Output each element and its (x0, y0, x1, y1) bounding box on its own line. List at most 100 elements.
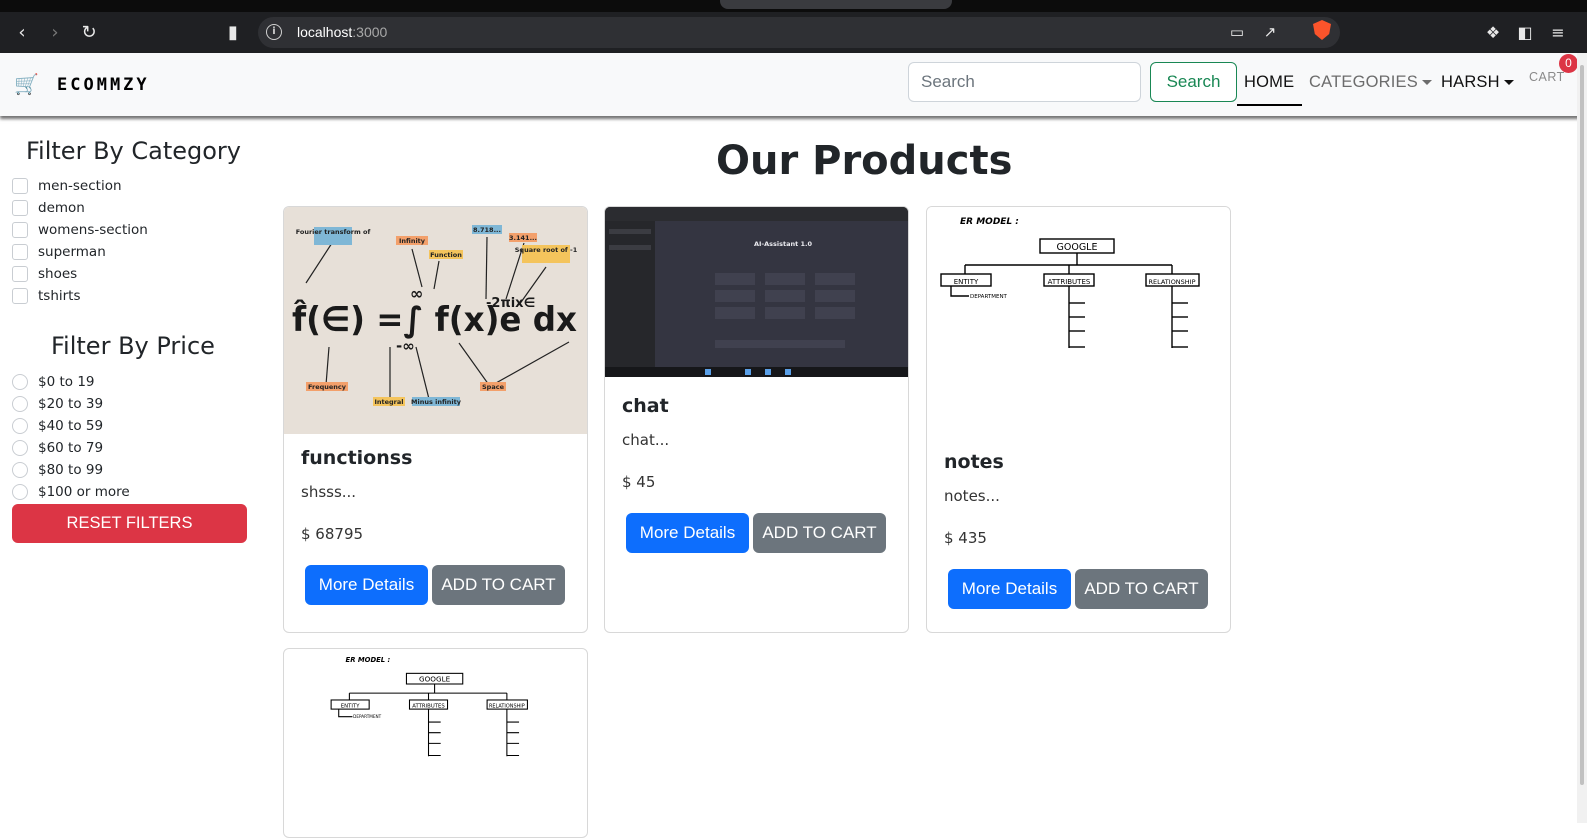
category-checkbox[interactable] (12, 200, 28, 216)
category-filter-item[interactable]: womens-section (12, 221, 148, 239)
price-filter-item[interactable]: $0 to 19 (12, 373, 95, 391)
share-icon[interactable]: ↗ (1257, 19, 1283, 45)
product-description: chat... (622, 431, 670, 449)
more-details-button[interactable]: More Details (948, 569, 1071, 609)
category-checkbox[interactable] (12, 244, 28, 260)
category-filter-title: Filter By Category (26, 137, 241, 165)
price-radio[interactable] (12, 396, 28, 412)
search-button[interactable]: Search (1150, 62, 1237, 102)
sidebar-toggle-icon[interactable]: ◧ (1512, 20, 1538, 46)
active-tab[interactable] (720, 0, 952, 9)
nav-user-dropdown[interactable]: HARSH (1441, 73, 1514, 92)
category-filter-item[interactable]: demon (12, 199, 85, 217)
er-title: ER MODEL : (346, 656, 391, 664)
formula-lower-limit: -∞ (396, 337, 415, 355)
address-bar[interactable]: i localhost:3000 ▭ ↗ (258, 17, 1340, 48)
page-title: Our Products (716, 138, 1013, 184)
cart-logo-icon[interactable]: 🛒 (14, 73, 40, 95)
nav-categories-dropdown[interactable]: CATEGORIES (1309, 73, 1432, 92)
nav-home[interactable]: HOME (1244, 73, 1294, 92)
product-title: chat (622, 395, 669, 417)
price-filter-item[interactable]: $40 to 59 (12, 417, 103, 435)
category-checkbox[interactable] (12, 178, 28, 194)
reset-filters-button[interactable]: RESET FILTERS (12, 504, 247, 543)
er-relationship: RELATIONSHIP (1148, 278, 1195, 286)
product-image-chat-screenshot: AI-Assistant 1.0 (605, 207, 908, 377)
navbar: 🛒 ECOMMZY Search HOME CATEGORIES HARSH C… (0, 53, 1587, 116)
price-filter-item[interactable]: $60 to 79 (12, 439, 103, 457)
category-checkbox[interactable] (12, 266, 28, 282)
url-text: localhost:3000 (297, 24, 388, 40)
category-label: demon (38, 200, 85, 216)
category-checkbox[interactable] (12, 288, 28, 304)
product-price: $ 45 (622, 473, 656, 491)
formula-label: Integral (374, 398, 403, 406)
price-filter-title: Filter By Price (51, 332, 215, 360)
category-filter-item[interactable]: shoes (12, 265, 77, 283)
more-details-button[interactable]: More Details (305, 565, 428, 605)
product-image-formula: Fourier transform of Infinity Function 8… (284, 207, 587, 434)
menu-icon[interactable]: ≡ (1545, 20, 1571, 46)
add-to-cart-button[interactable]: ADD TO CART (432, 565, 565, 605)
er-department: DEPARTMENT (970, 294, 1008, 300)
nav-cart[interactable]: CART (1529, 70, 1565, 84)
page-scrollbar[interactable] (1577, 53, 1587, 823)
category-label: womens-section (38, 222, 148, 238)
cart-count-badge: 0 (1559, 54, 1578, 73)
chevron-down-icon (1421, 80, 1432, 86)
price-label: $60 to 79 (38, 440, 104, 456)
er-attributes: ATTRIBUTES (412, 704, 445, 710)
product-card: AI-Assistant 1.0 chat chat... $ 45 More … (604, 206, 909, 633)
category-filter-item[interactable]: tshirts (12, 287, 81, 305)
er-relationship: RELATIONSHIP (489, 704, 525, 710)
bookmark-icon[interactable]: ▮ (220, 20, 246, 46)
er-entity: ENTITY (341, 704, 360, 710)
product-price: $ 68795 (301, 525, 364, 543)
price-radio[interactable] (12, 440, 28, 456)
formula-label: Space (482, 383, 505, 391)
category-filter-item[interactable]: men-section (12, 177, 122, 195)
product-description: shsss... (301, 483, 357, 501)
brand-name[interactable]: ECOMMZY (57, 75, 150, 95)
price-filter-item[interactable]: $20 to 39 (12, 395, 103, 413)
back-icon[interactable]: ‹ (9, 20, 35, 46)
category-label: superman (38, 244, 106, 260)
product-card: ER MODEL : GOOGLE ENTITY ATTRIBUTES RELA… (926, 206, 1231, 633)
scrollbar-thumb[interactable] (1580, 65, 1584, 785)
formula-exponent: -2πix∈ (486, 296, 535, 311)
price-radio[interactable] (12, 374, 28, 390)
formula-label: Square root of -1 (515, 246, 578, 254)
price-label: $80 to 99 (38, 462, 104, 478)
er-root: GOOGLE (419, 675, 451, 684)
er-root: GOOGLE (1057, 242, 1098, 253)
nav-categories-label: CATEGORIES (1309, 73, 1418, 91)
search-input[interactable] (908, 62, 1141, 102)
add-to-cart-button[interactable]: ADD TO CART (753, 513, 886, 553)
forward-icon[interactable]: › (42, 20, 68, 46)
product-price: $ 435 (944, 529, 987, 547)
site-info-icon[interactable]: i (266, 24, 282, 40)
price-radio[interactable] (12, 484, 28, 500)
more-details-button[interactable]: More Details (626, 513, 749, 553)
er-entity: ENTITY (954, 278, 979, 286)
add-to-cart-button[interactable]: ADD TO CART (1075, 569, 1208, 609)
formula-label: 3.141... (509, 234, 537, 242)
formula-label: Infinity (399, 237, 426, 245)
extensions-icon[interactable]: ❖ (1480, 20, 1506, 46)
cast-icon[interactable]: ▭ (1224, 19, 1250, 45)
price-label: $100 or more (38, 484, 130, 500)
formula-upper-limit: ∞ (410, 284, 423, 303)
reload-icon[interactable]: ↻ (76, 20, 102, 46)
price-radio[interactable] (12, 418, 28, 434)
price-filter-item[interactable]: $80 to 99 (12, 461, 103, 479)
price-label: $40 to 59 (38, 418, 104, 434)
price-filter-item[interactable]: $100 or more (12, 483, 130, 501)
product-image-er-diagram: ER MODEL : GOOGLE ENTITY ATTRIBUTES RELA… (927, 207, 1230, 437)
category-checkbox[interactable] (12, 222, 28, 238)
er-title: ER MODEL : (960, 217, 1019, 227)
price-label: $20 to 39 (38, 396, 104, 412)
price-radio[interactable] (12, 462, 28, 478)
category-filter-item[interactable]: superman (12, 243, 106, 261)
nav-home-underline (1237, 104, 1302, 106)
product-title: functionss (301, 447, 413, 469)
